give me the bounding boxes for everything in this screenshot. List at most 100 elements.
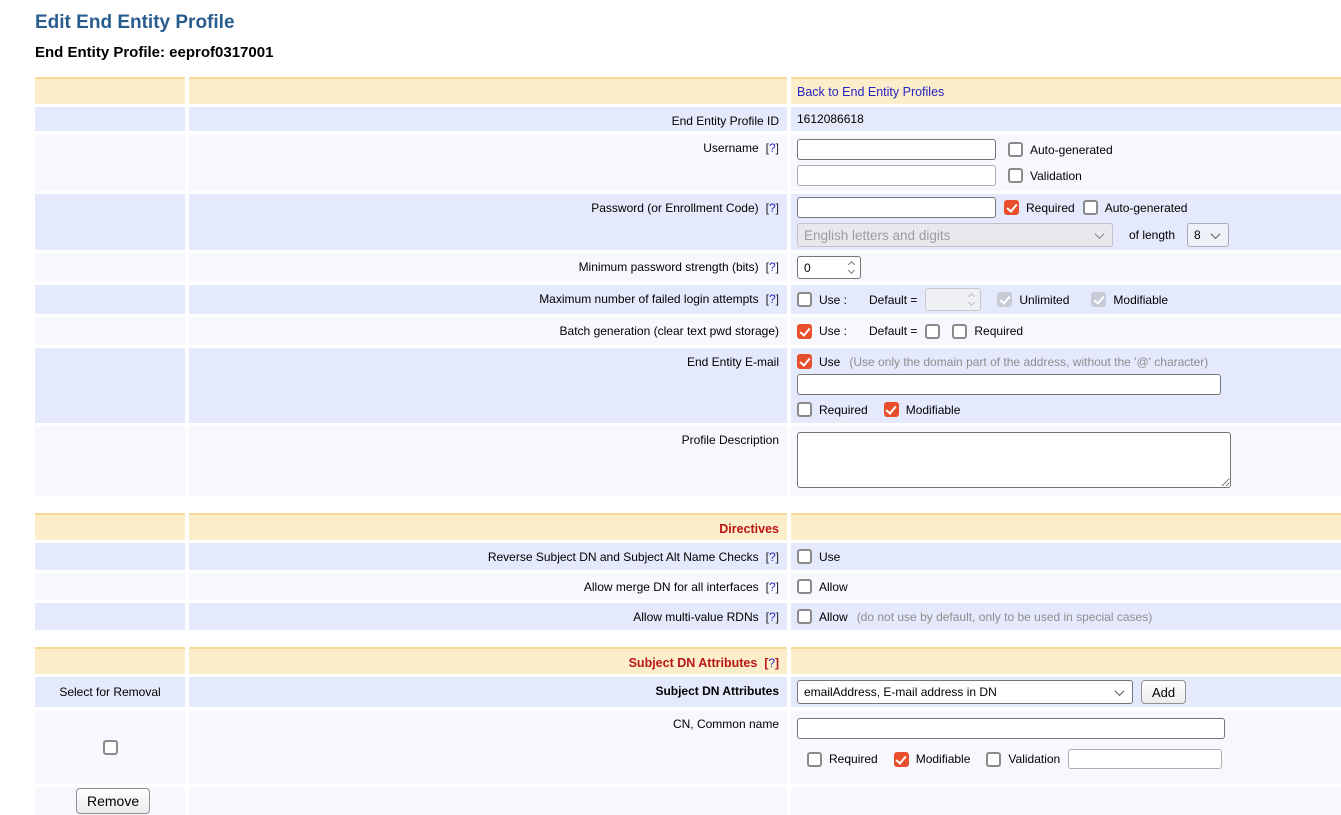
- cell-spacer: [35, 317, 185, 345]
- email-note: (Use only the domain part of the address…: [849, 355, 1208, 369]
- cell-spacer: [35, 253, 185, 282]
- back-to-profiles-link[interactable]: Back to End Entity Profiles: [797, 85, 1335, 99]
- multivalue-rdn-allow-checkbox[interactable]: [797, 609, 812, 624]
- spinner-down-icon: [968, 299, 975, 306]
- batch-label: Batch generation (clear text pwd storage…: [560, 324, 779, 338]
- cell-spacer: [791, 647, 1341, 674]
- email-domain-input[interactable]: [797, 374, 1221, 395]
- cell-spacer: [189, 787, 787, 815]
- multivalue-rdn-help-link[interactable]: [?]: [766, 610, 779, 624]
- profile-id-row: End Entity Profile ID 1612086618: [35, 107, 1341, 131]
- cn-value-cell: Required Modifiable Validation: [791, 710, 1341, 784]
- reverse-checks-help-link[interactable]: [?]: [766, 550, 779, 564]
- email-modifiable-checkbox[interactable]: [884, 402, 899, 417]
- of-length-label: of length: [1129, 228, 1175, 242]
- merge-dn-allow-label: Allow: [819, 580, 848, 594]
- email-label-cell: End Entity E-mail: [189, 348, 787, 423]
- subject-dn-picker-label: Subject DN Attributes: [655, 684, 779, 698]
- subject-dn-title: Subject DN Attributes: [629, 656, 758, 670]
- username-pattern-input[interactable]: [797, 165, 996, 186]
- max-failed-label: Maximum number of failed login attempts: [539, 292, 758, 306]
- email-label: End Entity E-mail: [687, 355, 779, 369]
- cn-label: CN, Common name: [673, 717, 779, 731]
- multivalue-rdn-note: (do not use by default, only to be used …: [857, 610, 1153, 624]
- merge-dn-help-link[interactable]: [?]: [766, 580, 779, 594]
- username-auto-generated-label: Auto-generated: [1030, 143, 1113, 157]
- max-failed-use-checkbox[interactable]: [797, 292, 812, 307]
- batch-use-checkbox[interactable]: [797, 324, 812, 339]
- username-validation-checkbox[interactable]: [1008, 168, 1023, 183]
- cn-input[interactable]: [797, 718, 1225, 739]
- email-required-label: Required: [819, 403, 868, 417]
- cell-spacer: [791, 787, 1341, 815]
- remove-row: Remove: [35, 787, 1341, 815]
- merge-dn-allow-checkbox[interactable]: [797, 579, 812, 594]
- page-title: Edit End Entity Profile: [35, 12, 1341, 34]
- section-gap: [35, 499, 1341, 513]
- profile-subtitle: End Entity Profile: eeprof0317001: [35, 44, 1341, 61]
- password-length-select[interactable]: 8: [1187, 223, 1229, 247]
- email-required-checkbox[interactable]: [797, 402, 812, 417]
- merge-dn-row: Allow merge DN for all interfaces[?] All…: [35, 573, 1341, 600]
- edit-end-entity-profile-page: Edit End Entity Profile End Entity Profi…: [0, 0, 1341, 815]
- profile-description-textarea[interactable]: [797, 432, 1231, 488]
- password-row: Password (or Enrollment Code)[?] Require…: [35, 194, 1341, 250]
- batch-generation-row: Batch generation (clear text pwd storage…: [35, 317, 1341, 345]
- reverse-checks-use-checkbox[interactable]: [797, 549, 812, 564]
- chevron-down-icon: [1095, 229, 1105, 239]
- cn-row: CN, Common name Required Modifiable Vali…: [35, 710, 1341, 784]
- max-failed-row: Maximum number of failed login attempts […: [35, 285, 1341, 314]
- section-gap: [35, 633, 1341, 647]
- password-type-select[interactable]: English letters and digits: [797, 223, 1113, 247]
- subject-dn-picker-value-cell: emailAddress, E-mail address in DN Add: [791, 677, 1341, 707]
- password-help-link[interactable]: [?]: [766, 201, 779, 215]
- min-strength-help-link[interactable]: [?]: [766, 260, 779, 274]
- spinner-arrows[interactable]: [843, 262, 860, 273]
- profile-id-value: 1612086618: [797, 112, 1335, 126]
- password-input[interactable]: [797, 197, 996, 218]
- table-header-row: Back to End Entity Profiles: [35, 77, 1341, 104]
- cell-spacer: [35, 573, 185, 600]
- cell-spacer: [35, 285, 185, 314]
- subject-dn-picker-row: Select for Removal Subject DN Attributes…: [35, 677, 1341, 707]
- cn-modifiable-checkbox[interactable]: [894, 752, 909, 767]
- batch-required-checkbox[interactable]: [952, 324, 967, 339]
- batch-value-cell: Use : Default = Required: [791, 317, 1341, 345]
- min-strength-spinner[interactable]: 0: [797, 256, 861, 279]
- username-value-cell: Auto-generated Validation: [791, 134, 1341, 191]
- max-failed-default-label: Default =: [869, 293, 917, 307]
- cell-spacer: [35, 134, 185, 191]
- min-strength-label-cell: Minimum password strength (bits)[?]: [189, 253, 787, 282]
- cn-remove-checkbox[interactable]: [103, 740, 118, 755]
- merge-dn-label-cell: Allow merge DN for all interfaces[?]: [189, 573, 787, 600]
- batch-default-checkbox[interactable]: [925, 324, 940, 339]
- username-auto-generated-checkbox[interactable]: [1008, 142, 1023, 157]
- password-required-checkbox[interactable]: [1004, 200, 1019, 215]
- cn-validation-label: Validation: [1008, 752, 1060, 766]
- username-input[interactable]: [797, 139, 996, 160]
- cell-spacer: [189, 77, 787, 104]
- email-use-checkbox[interactable]: [797, 354, 812, 369]
- description-row: Profile Description: [35, 426, 1341, 496]
- username-label: Username: [703, 141, 758, 155]
- cn-validation-input[interactable]: [1068, 749, 1222, 769]
- cell-spacer: [35, 426, 185, 496]
- subject-dn-help-link[interactable]: [?]: [764, 656, 779, 670]
- min-strength-row: Minimum password strength (bits)[?] 0: [35, 253, 1341, 282]
- password-auto-generated-checkbox[interactable]: [1083, 200, 1098, 215]
- remove-button[interactable]: Remove: [76, 788, 150, 814]
- subject-dn-attribute-select[interactable]: emailAddress, E-mail address in DN: [797, 680, 1133, 704]
- batch-required-label: Required: [974, 324, 1023, 338]
- cell-spacer: [35, 194, 185, 250]
- reverse-checks-use-label: Use: [819, 550, 840, 564]
- directives-title-cell: Directives: [189, 513, 787, 540]
- password-label: Password (or Enrollment Code): [591, 201, 758, 215]
- remove-button-cell: Remove: [35, 787, 185, 815]
- cn-required-checkbox[interactable]: [807, 752, 822, 767]
- profile-form-table: Back to End Entity Profiles End Entity P…: [35, 77, 1341, 815]
- username-help-link[interactable]: [?]: [766, 141, 779, 155]
- spinner-down-icon: [848, 267, 855, 274]
- cn-validation-checkbox[interactable]: [986, 752, 1001, 767]
- add-attribute-button[interactable]: Add: [1141, 680, 1186, 704]
- max-failed-help-link[interactable]: [?]: [766, 292, 779, 306]
